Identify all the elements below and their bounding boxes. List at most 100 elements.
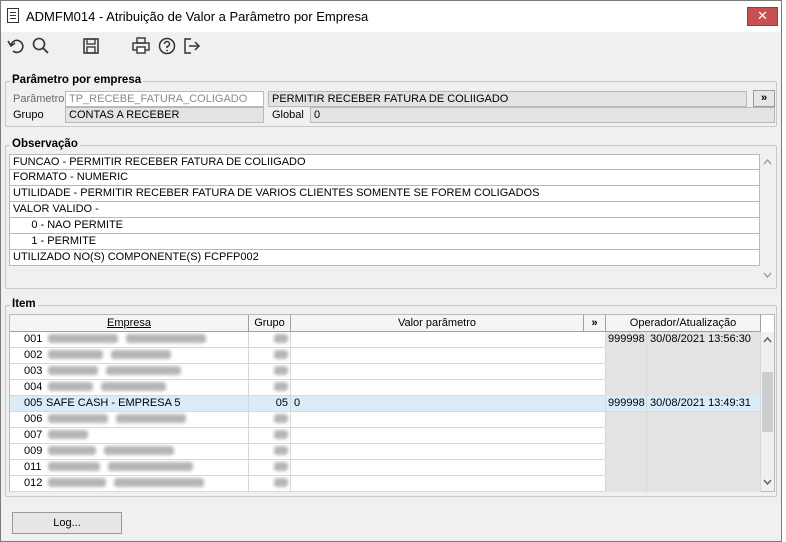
cell-operador: 999998	[606, 396, 647, 412]
redacted-text	[48, 413, 108, 423]
table-row[interactable]: 001 999998 30/08/2021 13:56:30	[10, 332, 761, 348]
redacted-text	[274, 445, 288, 455]
help-icon[interactable]	[157, 36, 177, 56]
redacted-text	[48, 461, 100, 471]
document-icon	[7, 8, 19, 23]
item-table: Empresa Grupo Valor parâmetro » Operador…	[9, 314, 775, 492]
column-header-valor[interactable]: Valor parâmetro	[291, 315, 584, 332]
redacted-text	[274, 365, 288, 375]
observacao-line: 0 - NAO PERMITE	[9, 218, 760, 234]
cell-operador: 999998	[606, 332, 647, 348]
redacted-text	[126, 333, 206, 343]
redacted-text	[274, 333, 288, 343]
column-header-expand[interactable]: »	[584, 315, 606, 332]
cell-valor[interactable]	[291, 428, 606, 444]
observacao-legend: Observação	[10, 138, 80, 150]
cell-atualizacao	[647, 348, 761, 364]
observacao-line: VALOR VALIDO -	[9, 202, 760, 218]
cell-operador	[606, 348, 647, 364]
cell-atualizacao	[647, 380, 761, 396]
redacted-text	[106, 365, 181, 375]
column-header-operador[interactable]: Operador/Atualização	[606, 315, 761, 332]
cell-atualizacao	[647, 444, 761, 460]
cell-valor[interactable]	[291, 364, 606, 380]
search-icon[interactable]	[31, 36, 51, 56]
row-code: 006	[24, 413, 43, 425]
redacted-text	[104, 445, 174, 455]
cell-operador	[606, 364, 647, 380]
cell-atualizacao	[647, 364, 761, 380]
cell-grupo	[249, 380, 291, 396]
cell-valor[interactable]	[291, 460, 606, 476]
cell-operador	[606, 444, 647, 460]
cell-atualizacao	[647, 460, 761, 476]
table-row[interactable]: 002	[10, 348, 761, 364]
cell-valor[interactable]	[291, 476, 606, 492]
redacted-text	[48, 445, 96, 455]
scroll-thumb	[762, 372, 773, 432]
print-icon[interactable]	[131, 36, 151, 56]
redacted-text	[101, 381, 166, 391]
column-header-empresa-label: Empresa	[106, 317, 152, 329]
cell-valor[interactable]	[291, 332, 606, 348]
table-row[interactable]: 012	[10, 476, 761, 492]
cell-valor[interactable]: 0	[291, 396, 606, 412]
grupo-field: CONTAS A RECEBER	[65, 107, 264, 123]
grupo-label: Grupo	[13, 109, 44, 121]
table-row[interactable]: 006	[10, 412, 761, 428]
cell-valor[interactable]	[291, 348, 606, 364]
cell-grupo	[249, 460, 291, 476]
cell-empresa	[46, 348, 249, 364]
redacted-text	[274, 461, 288, 471]
redacted-text	[274, 429, 288, 439]
window-title: ADMFM014 - Atribuição de Valor a Parâmet…	[26, 9, 369, 24]
cell-atualizacao	[647, 412, 761, 428]
observacao-line: UTILIZADO NO(S) COMPONENTE(S) FCPFP002	[9, 250, 760, 266]
expand-param-button[interactable]: »	[753, 90, 775, 107]
redacted-text	[48, 381, 93, 391]
global-label: Global	[272, 109, 304, 121]
cell-grupo	[249, 476, 291, 492]
parametro-code-field[interactable]: TP_RECEBE_FATURA_COLIGADO	[65, 91, 264, 107]
log-button[interactable]: Log...	[12, 512, 122, 534]
cell-grupo	[249, 428, 291, 444]
table-row[interactable]: 003	[10, 364, 761, 380]
toolbar	[1, 32, 781, 60]
cell-valor[interactable]	[291, 412, 606, 428]
parametro-desc-field: PERMITIR RECEBER FATURA DE COLIIGADO	[268, 91, 747, 107]
column-header-grupo[interactable]: Grupo	[249, 315, 291, 332]
observacao-line: FUNCAO - PERMITIR RECEBER FATURA DE COLI…	[9, 154, 760, 170]
cell-operador	[606, 412, 647, 428]
global-field: 0	[310, 107, 775, 123]
cell-valor[interactable]	[291, 380, 606, 396]
cell-empresa	[46, 460, 249, 476]
redacted-text	[274, 477, 288, 487]
exit-icon[interactable]	[182, 36, 202, 56]
cell-empresa	[46, 476, 249, 492]
cell-empresa	[46, 364, 249, 380]
cell-valor[interactable]	[291, 444, 606, 460]
table-row[interactable]: 005 SAFE CASH - EMPRESA 5 05 0 999998 30/08/2…	[10, 396, 761, 412]
column-header-empresa[interactable]: Empresa	[10, 315, 249, 332]
undo-icon[interactable]	[6, 36, 26, 56]
cell-grupo	[249, 444, 291, 460]
cell-operador	[606, 460, 647, 476]
save-icon[interactable]	[81, 36, 101, 56]
row-code: 001	[24, 333, 43, 345]
parametro-label: Parâmetro	[13, 93, 65, 105]
table-row[interactable]: 011	[10, 460, 761, 476]
row-code: 005	[24, 397, 43, 409]
cell-empresa	[46, 444, 249, 460]
cell-empresa: SAFE CASH - EMPRESA 5	[46, 396, 249, 412]
table-row[interactable]: 009	[10, 444, 761, 460]
observacao-scrollbar[interactable]	[761, 155, 774, 283]
table-row[interactable]: 004	[10, 380, 761, 396]
table-row[interactable]: 007	[10, 428, 761, 444]
redacted-text	[48, 477, 106, 487]
close-button[interactable]: ✕	[747, 7, 778, 26]
row-code: 004	[24, 381, 43, 393]
item-legend: Item	[10, 298, 38, 310]
row-code: 007	[24, 429, 43, 441]
cell-empresa	[46, 380, 249, 396]
item-table-scrollbar[interactable]	[761, 332, 774, 491]
